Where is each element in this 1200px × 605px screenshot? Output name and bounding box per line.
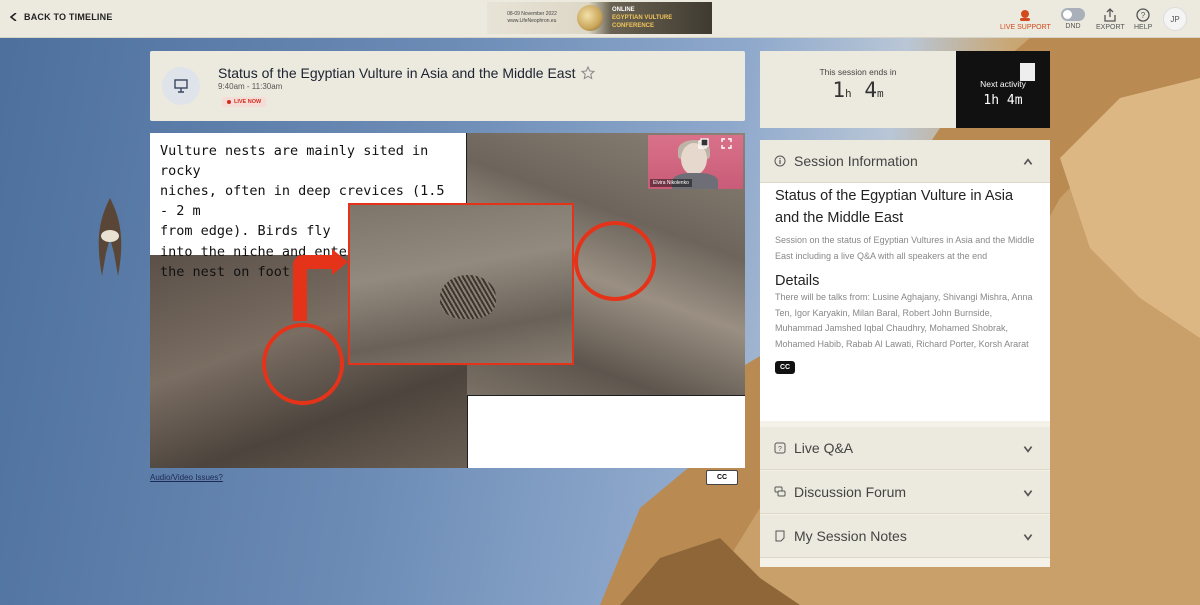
- star-icon[interactable]: [581, 66, 596, 80]
- live-badge: LIVE NOW: [222, 97, 267, 107]
- chevron-down-icon: [1023, 490, 1033, 497]
- session-ends-time: 1h 4m: [760, 78, 956, 102]
- info-description: Session on the status of Egyptian Vultur…: [775, 235, 1035, 261]
- banner-right: ONLINE EGYPTIAN VULTURE CONFERENCE: [612, 6, 702, 30]
- ends-minutes-unit: m: [876, 87, 884, 100]
- slide-blank-area: [468, 396, 745, 468]
- session-timer-card: This session ends in 1h 4m Next activity…: [760, 51, 1050, 128]
- chevron-down-icon: [1023, 446, 1033, 453]
- session-information-header[interactable]: Session Information: [760, 140, 1050, 183]
- session-information-label: Session Information: [794, 153, 918, 169]
- audio-video-issues-link[interactable]: Audio/Video Issues?: [150, 473, 223, 482]
- notes-icon: [775, 530, 785, 542]
- cc-button[interactable]: CC: [706, 470, 738, 485]
- video-controls: [698, 138, 732, 149]
- dnd-label: DND: [1065, 23, 1081, 30]
- live-support-button[interactable]: LIVE SUPPORT: [1000, 8, 1051, 31]
- live-dot-icon: [227, 100, 231, 104]
- help-icon: ?: [1136, 8, 1150, 22]
- next-activity-label: Next activity: [980, 79, 1026, 89]
- session-header-card: Status of the Egyptian Vulture in Asia a…: [150, 51, 745, 121]
- highlight-circle: [574, 221, 656, 301]
- conference-banner[interactable]: 08-09 November 2022 www.LifeNeophron.eu …: [487, 2, 712, 34]
- banner-title-3: CONFERENCE: [612, 23, 655, 29]
- ends-minutes: 4: [864, 78, 877, 102]
- info-icon: [774, 155, 786, 167]
- banner-left: 08-09 November 2022 www.LifeNeophron.eu: [497, 11, 567, 25]
- export-icon: [1104, 8, 1116, 22]
- export-button[interactable]: EXPORT: [1096, 8, 1125, 31]
- info-title: Status of the Egyptian Vulture in Asia a…: [775, 188, 1014, 226]
- headset-icon: [1020, 10, 1031, 21]
- video-player[interactable]: Vulture nests are mainly sited in rocky …: [150, 133, 745, 468]
- dnd-toggle[interactable]: DND: [1061, 8, 1085, 30]
- export-label: EXPORT: [1096, 24, 1125, 31]
- dnd-switch[interactable]: [1061, 8, 1085, 21]
- banner-site: www.LifeNeophron.eu: [507, 18, 557, 24]
- arrow-shape: [293, 263, 307, 321]
- discussion-forum-label: Discussion Forum: [794, 484, 907, 500]
- help-label: HELP: [1134, 24, 1153, 31]
- details-text: There will be talks from: Lusine Aghajan…: [775, 292, 1033, 349]
- chat-icon: [774, 486, 786, 497]
- live-qa-header[interactable]: ? Live Q&A: [760, 427, 1050, 470]
- session-title: Status of the Egyptian Vulture in Asia a…: [218, 65, 576, 81]
- banner-title-1: ONLINE: [612, 7, 635, 13]
- live-support-label: LIVE SUPPORT: [1000, 24, 1051, 31]
- discussion-forum-header[interactable]: Discussion Forum: [760, 471, 1050, 514]
- details-heading: Details: [775, 273, 820, 289]
- live-qa-label: Live Q&A: [794, 440, 854, 456]
- nest-image: [440, 275, 496, 319]
- arrow-shape: [293, 255, 333, 269]
- next-activity-box[interactable]: Next activity 1h 4m: [956, 51, 1050, 128]
- top-bar: BACK TO TIMELINE 08-09 November 2022 www…: [0, 0, 1200, 38]
- cc-badge: CC: [775, 361, 796, 374]
- banner-dates: 08-09 November 2022: [507, 11, 557, 17]
- highlight-circle: [262, 323, 344, 405]
- session-title-row: Status of the Egyptian Vulture in Asia a…: [218, 65, 596, 81]
- arrow-head-shape: [332, 249, 348, 275]
- next-activity-time: 1h 4m: [983, 93, 1023, 108]
- avatar[interactable]: JP: [1163, 7, 1187, 31]
- svg-text:?: ?: [778, 446, 782, 453]
- back-to-timeline-button[interactable]: BACK TO TIMELINE: [10, 12, 113, 22]
- svg-text:?: ?: [1141, 11, 1146, 20]
- ends-hours-unit: h: [845, 87, 852, 100]
- slide-line: Vulture nests are mainly sited in rocky: [160, 143, 429, 179]
- chevron-down-icon: [1023, 534, 1033, 541]
- fullscreen-icon[interactable]: [721, 138, 732, 149]
- session-time: 9:40am - 11:30am: [218, 82, 283, 91]
- back-label: BACK TO TIMELINE: [24, 12, 113, 22]
- question-icon: ?: [774, 442, 786, 454]
- banner-title-2: EGYPTIAN VULTURE: [612, 15, 673, 21]
- nest-inset-photo: [348, 203, 574, 365]
- speaker-name: Elvira Nikolenko: [650, 179, 692, 187]
- picture-in-picture-icon[interactable]: [698, 138, 709, 149]
- vulture-logo-icon: [576, 5, 603, 31]
- session-ends-label: This session ends in: [819, 67, 897, 77]
- session-side-panel: Session Information Status of the Egypti…: [760, 140, 1050, 567]
- presentation-icon: [162, 67, 200, 105]
- help-button[interactable]: ? HELP: [1134, 8, 1152, 31]
- ends-hours: 1: [832, 78, 846, 102]
- chevron-up-icon: [1023, 158, 1033, 165]
- live-badge-label: LIVE NOW: [234, 99, 262, 105]
- session-information-body: Status of the Egyptian Vulture in Asia a…: [760, 183, 1050, 421]
- session-notes-header[interactable]: My Session Notes: [760, 515, 1050, 558]
- chevron-left-icon: [10, 13, 17, 21]
- session-notes-label: My Session Notes: [794, 528, 907, 544]
- vulture-image: [98, 198, 122, 276]
